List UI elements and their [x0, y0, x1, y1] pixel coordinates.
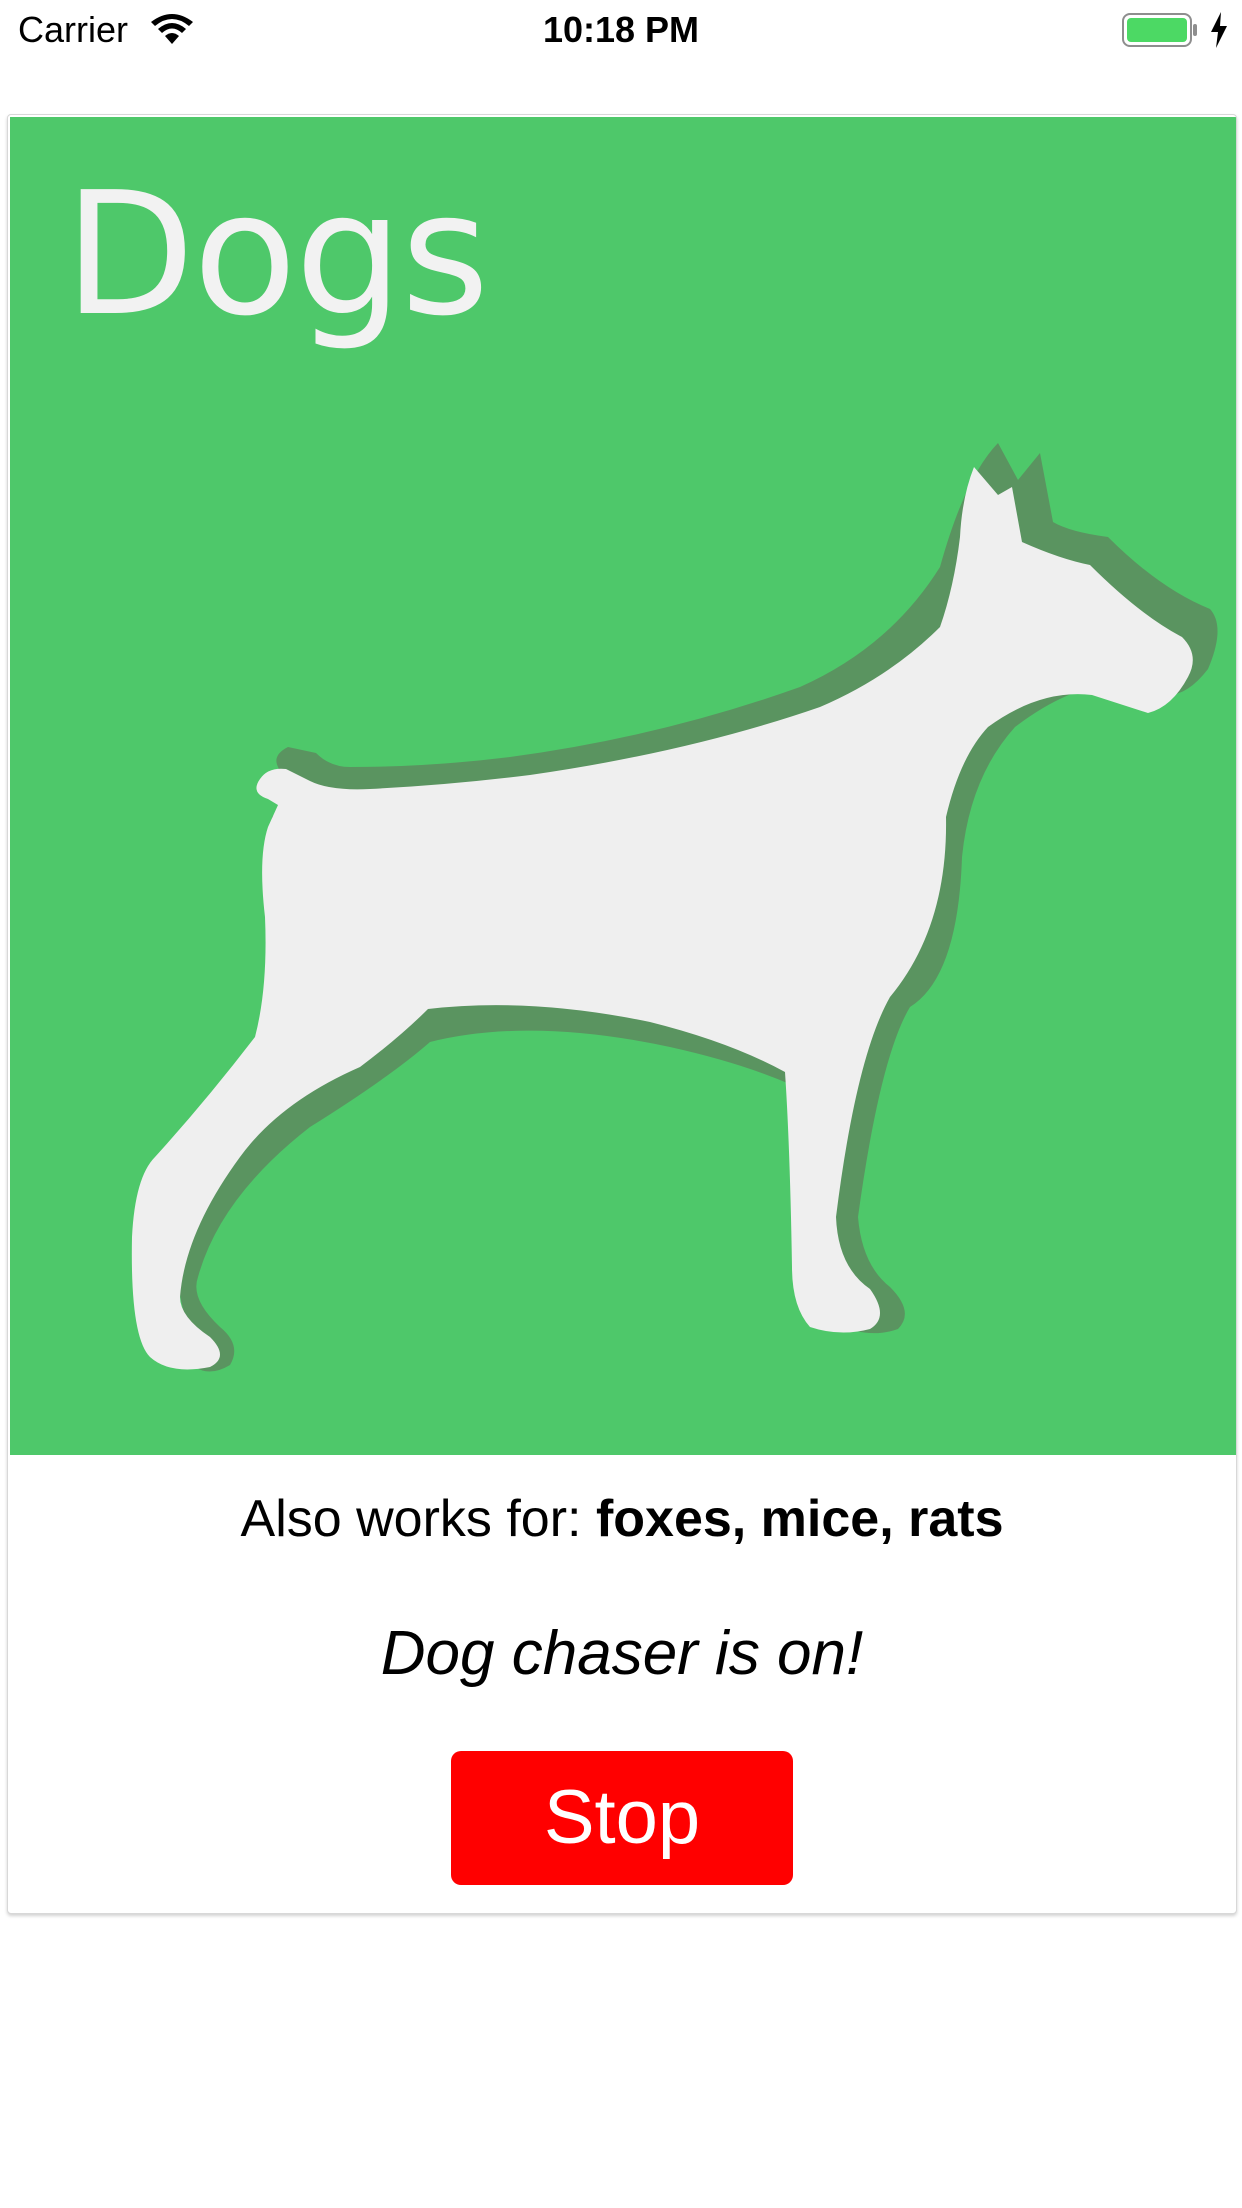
card-image-title: Dogs: [64, 156, 489, 354]
battery-icon: [1122, 13, 1197, 47]
also-works-prefix: Also works for:: [240, 1490, 596, 1548]
status-bar: Carrier 10:18 PM: [0, 0, 1242, 60]
also-works-label: Also works for: foxes, mice, rats: [8, 1487, 1236, 1551]
status-time: 10:18 PM: [542, 9, 700, 50]
stop-button[interactable]: Stop: [451, 1751, 793, 1885]
chaser-status-message: Dog chaser is on!: [380, 1619, 864, 1688]
dog-image: Dogs: [10, 117, 1236, 1455]
charging-icon: [1211, 12, 1227, 48]
also-works-animals: foxes, mice, rats: [595, 1490, 1004, 1548]
animal-card: Dogs Also works for: foxes, mice, rats D…: [7, 114, 1237, 1914]
